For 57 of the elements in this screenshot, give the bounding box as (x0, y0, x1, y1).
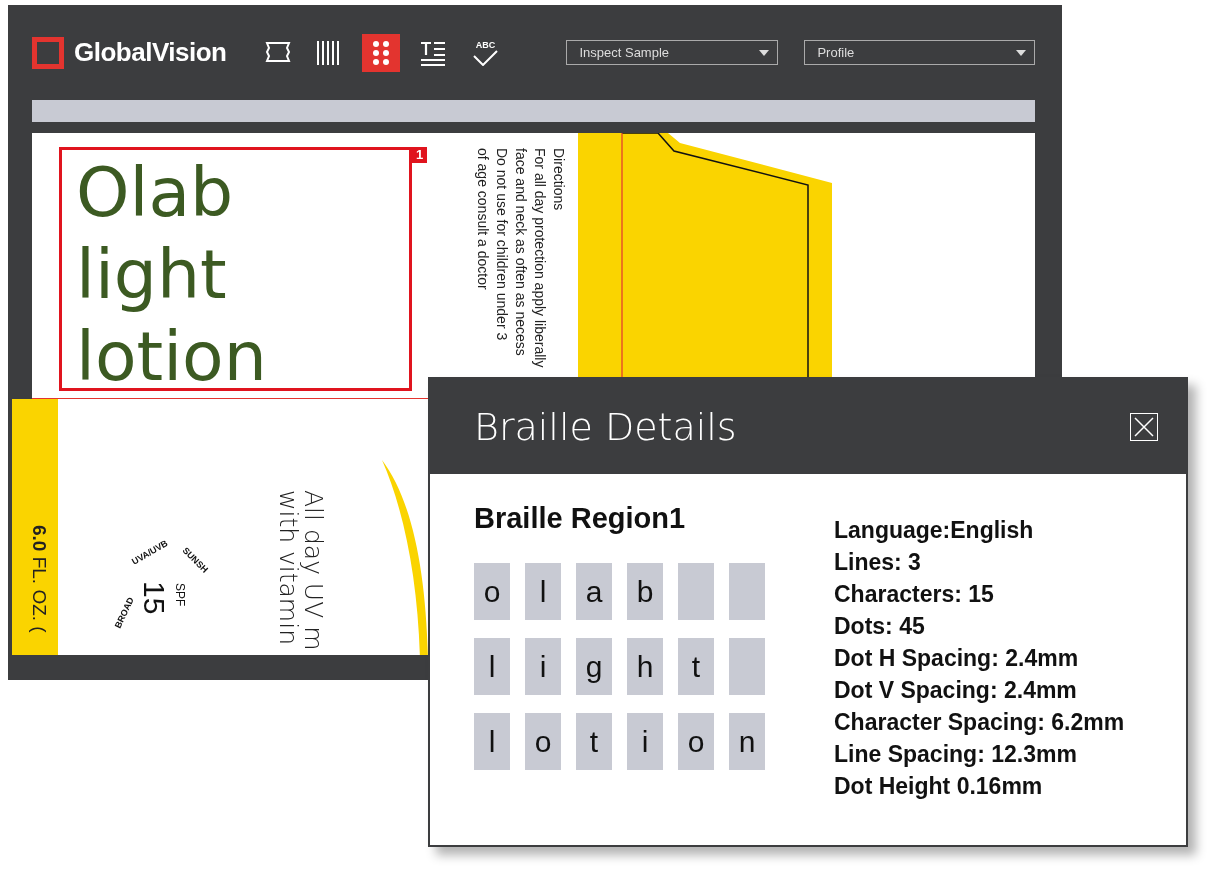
volume-text: 6.0 FL. OZ. ( (28, 525, 50, 633)
logo-square-icon (32, 36, 64, 69)
caret-icon (1016, 49, 1027, 56)
dropdown[interactable]: Profile (804, 40, 1036, 65)
braille-cell: g (576, 638, 612, 695)
checkmark-icon (472, 49, 499, 66)
directions-line: face and neck as often as necess (512, 148, 530, 358)
braille-cell: l (474, 638, 510, 695)
braille-cell: l (525, 563, 561, 620)
directions-line: For all day protection apply liberally (531, 148, 549, 370)
toolbar-tool[interactable]: ABC (466, 33, 505, 72)
detail-line: Lines: 3 (834, 548, 922, 577)
braille-cell: t (678, 638, 714, 695)
dialog-title: Braille Details (474, 404, 737, 449)
toolbar-tool[interactable] (362, 33, 401, 72)
directions-line: Do not use for children under 3 (493, 148, 511, 343)
product-name-line: Olab (76, 152, 235, 234)
close-button[interactable] (1130, 412, 1158, 441)
product-name-line: light (76, 234, 228, 316)
detail-line: Characters: 15 (834, 580, 995, 609)
detail-line: Dot V Spacing: 2.4mm (834, 676, 1078, 705)
braille-cell: i (525, 638, 561, 695)
braille-cell: i (627, 713, 663, 770)
region-number-badge: 1 (412, 147, 428, 163)
braille-region-box[interactable]: Olab light lotion (59, 147, 412, 391)
detail-line: Line Spacing: 12.3mm (834, 740, 1078, 769)
directions-line: of age consult a doctor (474, 148, 492, 292)
braille-cell: b (627, 563, 663, 620)
empty-braille-cell (729, 563, 765, 620)
directions-line: Directions (550, 148, 568, 213)
braille-cell: o (678, 713, 714, 770)
braille-cell: o (525, 713, 561, 770)
spf-number: 15 (138, 581, 171, 615)
detail-line: Dots: 45 (834, 612, 926, 641)
braille-cell: o (474, 563, 510, 620)
dropdown[interactable]: Inspect Sample (566, 40, 779, 65)
caret-icon (759, 49, 770, 56)
braille-cell: t (576, 713, 612, 770)
dropdown-value: Profile (817, 45, 855, 60)
braille-cell: h (627, 638, 663, 695)
tagline-line: with vitamin (276, 490, 301, 647)
detail-line: Dot H Spacing: 2.4mm (834, 644, 1080, 673)
empty-braille-cell (729, 638, 765, 695)
region-title: Braille Region1 (474, 502, 687, 535)
detail-line: Character Spacing: 6.2mm (834, 708, 1125, 737)
spellcheck-label: ABC (475, 39, 496, 50)
spf-label: SPF (173, 583, 187, 607)
braille-cell: a (576, 563, 612, 620)
logo-text: GlobalVision (74, 37, 227, 68)
braille-cell: n (729, 713, 765, 770)
detail-line: Dot Height 0.16mm (834, 772, 1044, 801)
empty-braille-cell (678, 563, 714, 620)
braille-cell: l (474, 713, 510, 770)
tagline-line: All day UV m (301, 490, 326, 651)
close-icon (1133, 415, 1155, 438)
detail-line: Language:English (834, 516, 1035, 545)
dropdown-value: Inspect Sample (579, 45, 670, 60)
